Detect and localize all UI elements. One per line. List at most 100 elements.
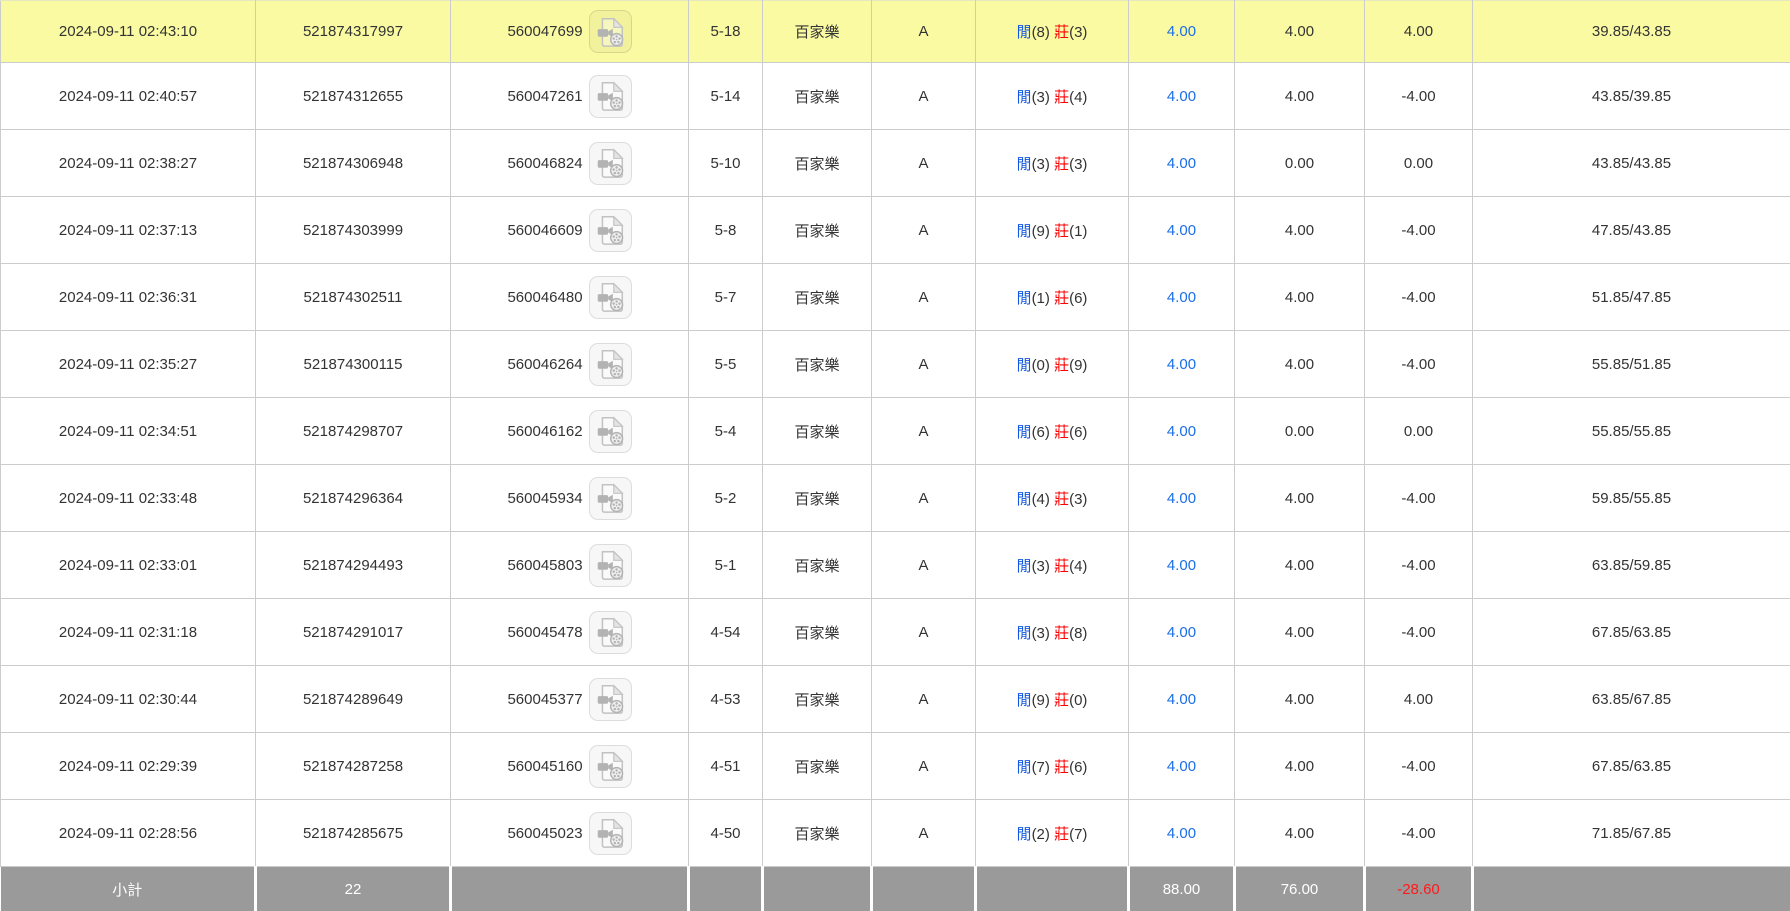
game-id-text: 560047699 [507, 23, 582, 40]
bet-id-cell: 521874291017 [256, 599, 451, 666]
player-result-label: 閒 [1017, 24, 1032, 41]
banker-result-label: 莊 [1054, 156, 1069, 173]
banker-result-label: 莊 [1054, 692, 1069, 709]
result-cell: 閒(3) 莊(3) [976, 130, 1129, 197]
bet-id-cell: 521874312655 [256, 63, 451, 130]
bet-amount-link[interactable]: 4.00 [1167, 222, 1196, 239]
banker-points: (6) [1069, 424, 1087, 441]
bet-amount-link[interactable]: 4.00 [1167, 155, 1196, 172]
bet-amount-link[interactable]: 4.00 [1167, 490, 1196, 507]
bet-record-row: 2024-09-11 02:43:10 521874317997 5600476… [1, 1, 1790, 63]
game-id-cell: 560046609 [451, 197, 689, 264]
player-result-label: 閒 [1017, 290, 1032, 307]
game-id-text: 560046609 [507, 222, 582, 239]
bet-amount-link[interactable]: 4.00 [1167, 825, 1196, 842]
bet-amount-cell: 4.00 [1129, 733, 1235, 800]
banker-result-label: 莊 [1054, 759, 1069, 776]
video-replay-button[interactable] [589, 812, 632, 855]
banker-points: (8) [1069, 625, 1087, 642]
game-id-text: 560045478 [507, 624, 582, 641]
video-replay-button[interactable] [589, 142, 632, 185]
bet-amount-link[interactable]: 4.00 [1167, 557, 1196, 574]
bet-amount-cell: 4.00 [1129, 398, 1235, 465]
balance-cell: 63.85/59.85 [1473, 532, 1790, 599]
game-id-text: 560047261 [507, 88, 582, 105]
bet-amount-cell: 4.00 [1129, 264, 1235, 331]
video-replay-button[interactable] [589, 544, 632, 587]
video-replay-button[interactable] [589, 10, 632, 53]
bet-record-row: 2024-09-11 02:33:48 521874296364 5600459… [1, 465, 1790, 532]
game-id-text: 560046162 [507, 423, 582, 440]
game-type-cell: 百家樂 [763, 197, 872, 264]
valid-amount-cell: 4.00 [1235, 666, 1365, 733]
valid-amount-cell: 4.00 [1235, 733, 1365, 800]
balance-cell: 55.85/55.85 [1473, 398, 1790, 465]
bet-time-cell: 2024-09-11 02:37:13 [1, 197, 256, 264]
game-type-cell: 百家樂 [763, 800, 872, 867]
result-cell: 閒(0) 莊(9) [976, 331, 1129, 398]
video-file-icon [593, 146, 627, 180]
video-replay-button[interactable] [589, 611, 632, 654]
video-file-icon [593, 347, 627, 381]
banker-points: (9) [1069, 357, 1087, 374]
balance-cell: 71.85/67.85 [1473, 800, 1790, 867]
bet-amount-link[interactable]: 4.00 [1167, 88, 1196, 105]
win-loss-cell: -4.00 [1365, 331, 1473, 398]
player-result-label: 閒 [1017, 223, 1032, 240]
result-cell: 閒(4) 莊(3) [976, 465, 1129, 532]
win-loss-cell: -4.00 [1365, 733, 1473, 800]
video-replay-button[interactable] [589, 678, 632, 721]
player-points: (7) [1032, 759, 1050, 776]
valid-amount-cell: 4.00 [1235, 63, 1365, 130]
video-replay-button[interactable] [589, 209, 632, 252]
bet-amount-link[interactable]: 4.00 [1167, 289, 1196, 306]
balance-cell: 43.85/43.85 [1473, 130, 1790, 197]
subtotal-bet-total-cell: 88.00 [1129, 867, 1235, 911]
game-id-cell: 560047699 [451, 1, 689, 63]
video-replay-button[interactable] [589, 745, 632, 788]
player-result-label: 閒 [1017, 357, 1032, 374]
video-file-icon [593, 15, 627, 49]
valid-amount-cell: 4.00 [1235, 197, 1365, 264]
bet-amount-link[interactable]: 4.00 [1167, 691, 1196, 708]
subtotal-empty-cell [763, 867, 872, 911]
subtotal-label-cell: 小計 [1, 867, 256, 911]
round-cell: 4-51 [689, 733, 763, 800]
table-code-cell: A [872, 800, 976, 867]
subtotal-empty-cell [1473, 867, 1790, 911]
round-cell: 4-53 [689, 666, 763, 733]
bet-amount-link[interactable]: 4.00 [1167, 23, 1196, 40]
video-replay-button[interactable] [589, 75, 632, 118]
bet-time-cell: 2024-09-11 02:33:48 [1, 465, 256, 532]
banker-points: (7) [1069, 826, 1087, 843]
bet-amount-link[interactable]: 4.00 [1167, 423, 1196, 440]
game-type-cell: 百家樂 [763, 264, 872, 331]
video-replay-button[interactable] [589, 477, 632, 520]
player-points: (9) [1032, 692, 1050, 709]
bet-amount-cell: 4.00 [1129, 532, 1235, 599]
video-replay-button[interactable] [589, 343, 632, 386]
bet-records-table: 2024-09-11 02:43:10 521874317997 5600476… [0, 0, 1790, 911]
bet-time-cell: 2024-09-11 02:40:57 [1, 63, 256, 130]
video-replay-button[interactable] [589, 410, 632, 453]
bet-amount-link[interactable]: 4.00 [1167, 624, 1196, 641]
bet-amount-link[interactable]: 4.00 [1167, 356, 1196, 373]
round-cell: 5-18 [689, 1, 763, 63]
game-id-cell: 560045934 [451, 465, 689, 532]
video-file-icon [593, 548, 627, 582]
bet-record-row: 2024-09-11 02:29:39 521874287258 5600451… [1, 733, 1790, 800]
banker-points: (6) [1069, 759, 1087, 776]
balance-cell: 67.85/63.85 [1473, 733, 1790, 800]
player-result-label: 閒 [1017, 491, 1032, 508]
win-loss-cell: -4.00 [1365, 599, 1473, 666]
bet-amount-link[interactable]: 4.00 [1167, 758, 1196, 775]
player-points: (3) [1032, 625, 1050, 642]
video-replay-button[interactable] [589, 276, 632, 319]
result-cell: 閒(3) 莊(4) [976, 532, 1129, 599]
banker-result-label: 莊 [1054, 625, 1069, 642]
win-loss-cell: -4.00 [1365, 800, 1473, 867]
result-cell: 閒(9) 莊(1) [976, 197, 1129, 264]
game-id-cell: 560045023 [451, 800, 689, 867]
subtotal-valid-total-cell: 76.00 [1235, 867, 1365, 911]
bet-time-cell: 2024-09-11 02:29:39 [1, 733, 256, 800]
